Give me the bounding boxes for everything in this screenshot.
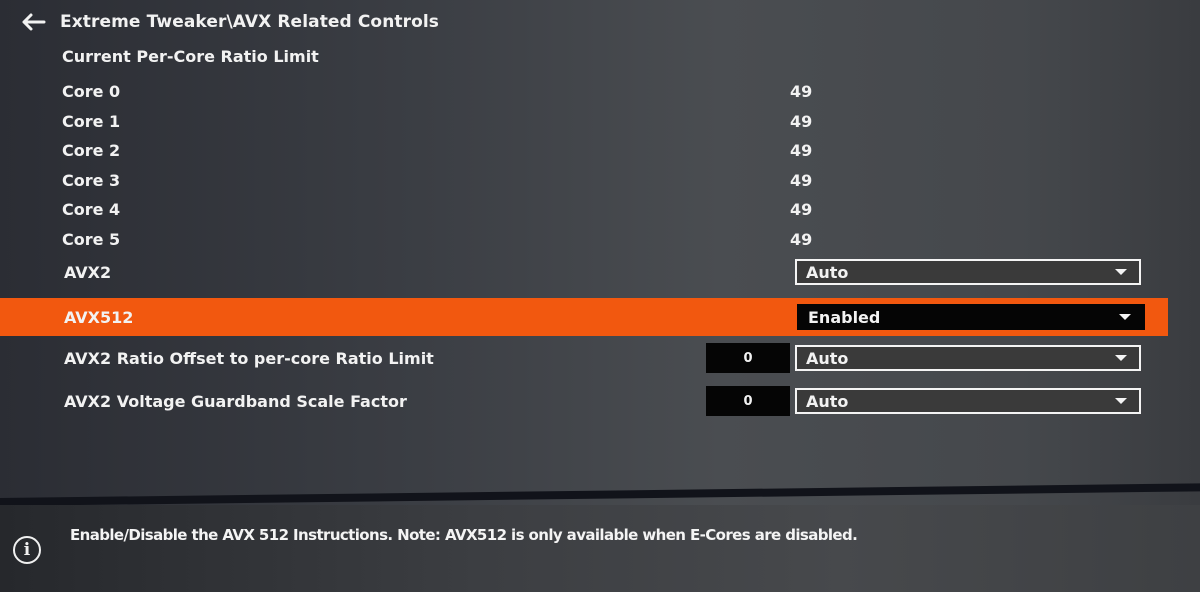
core-label: Core 2 [62,140,121,160]
guardband-scale-dropdown[interactable]: Auto [795,388,1141,414]
core-label: Core 4 [62,199,121,219]
page-header: Extreme Tweaker\AVX Related Controls [20,8,439,36]
info-icon: i [13,536,41,564]
caret-down-icon [1115,398,1127,404]
core-label: Core 5 [62,229,121,249]
core-ratio-value: 49 [790,229,813,249]
setting-label: AVX2 Ratio Offset to per-core Ratio Limi… [64,348,434,368]
footer-divider [0,483,1200,506]
core-ratio-value: 49 [790,199,813,219]
core-row: Core 0 49 [62,78,822,104]
caret-down-icon [1115,355,1127,361]
core-ratio-value: 49 [790,140,813,160]
section-label: Current Per-Core Ratio Limit [62,47,319,66]
setting-row-avx2-voltage-guardband[interactable]: AVX2 Voltage Guardband Scale Factor 0 Au… [0,384,1200,418]
guardband-scale-input[interactable]: 0 [706,386,790,416]
caret-down-icon [1115,269,1127,275]
setting-label: AVX512 [64,307,134,327]
core-ratio-value: 49 [790,81,813,101]
setting-label: AVX2 [64,262,112,282]
setting-row-avx512[interactable]: AVX512 Enabled [0,298,1168,336]
arrow-left-icon[interactable] [20,12,46,32]
setting-row-avx2[interactable]: AVX2 Auto [0,255,1200,289]
core-ratio-value: 49 [790,170,813,190]
setting-label: AVX2 Voltage Guardband Scale Factor [64,391,407,411]
core-label: Core 1 [62,111,121,131]
help-footer [0,505,1200,592]
help-text: Enable/Disable the AVX 512 Instructions.… [70,526,858,544]
core-row: Core 2 49 [62,137,822,163]
avx512-dropdown[interactable]: Enabled [797,304,1145,330]
core-row: Core 4 49 [62,196,822,222]
ratio-offset-dropdown[interactable]: Auto [795,345,1141,371]
dropdown-value: Enabled [808,307,881,327]
dropdown-value: Auto [806,348,849,368]
ratio-offset-input[interactable]: 0 [706,343,790,373]
page-title: Extreme Tweaker\AVX Related Controls [60,12,440,32]
core-row: Core 3 49 [62,167,822,193]
core-row: Core 1 49 [62,108,822,134]
dropdown-value: Auto [806,391,849,411]
setting-row-avx2-ratio-offset[interactable]: AVX2 Ratio Offset to per-core Ratio Limi… [0,341,1200,375]
avx2-dropdown[interactable]: Auto [795,259,1141,285]
caret-down-icon [1119,314,1131,320]
dropdown-value: Auto [806,262,849,282]
core-label: Core 3 [62,170,121,190]
core-label: Core 0 [62,81,121,101]
core-ratio-value: 49 [790,111,813,131]
core-row: Core 5 49 [62,226,822,252]
